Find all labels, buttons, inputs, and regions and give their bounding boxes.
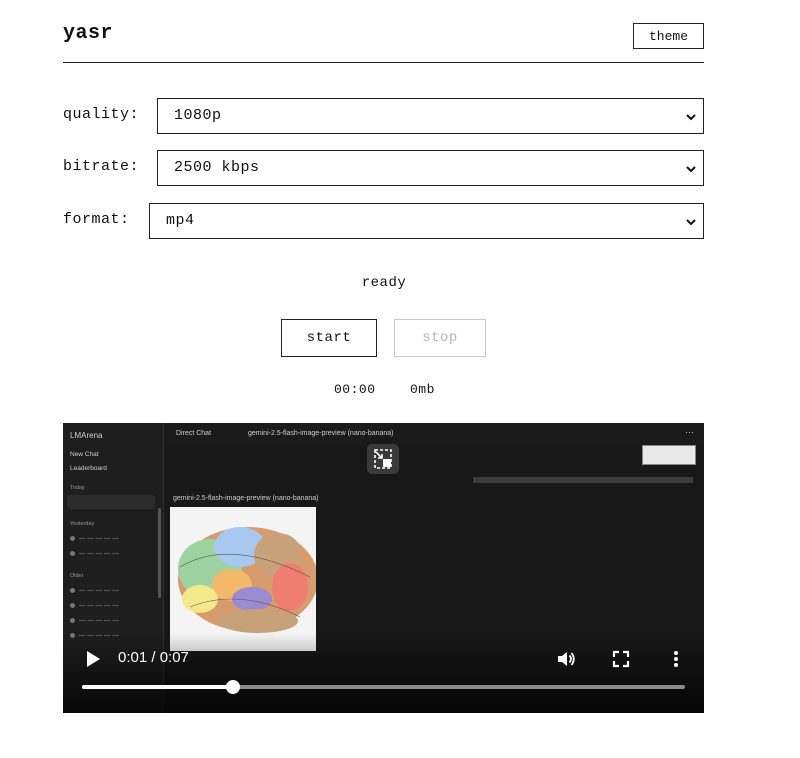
bitrate-label: bitrate: <box>63 158 140 175</box>
video-progress-handle[interactable] <box>225 680 240 694</box>
theme-button[interactable]: theme <box>633 23 704 49</box>
video-frame-mode: Direct Chat <box>176 430 212 437</box>
video-frame-section: Today <box>70 485 85 491</box>
timer: 00:00 <box>334 382 376 397</box>
video-frame-sidebar-item: New Chat <box>70 451 99 458</box>
bitrate-value: 2500 kbps <box>174 159 260 176</box>
chevron-down-icon <box>686 219 696 226</box>
video-frame-brand: LMArena <box>70 431 103 440</box>
video-frame-model-label: gemini-2.5-flash-image-preview (nano-ban… <box>173 495 319 502</box>
format-row: format: mp4 <box>63 203 704 239</box>
video-time-display: 0:01 / 0:07 <box>118 649 189 666</box>
status-text: ready <box>361 275 407 291</box>
quality-select[interactable]: 1080p <box>157 98 704 134</box>
video-controls-overlay <box>63 633 704 713</box>
video-frame-scrollbar <box>158 508 161 598</box>
chevron-down-icon <box>686 166 696 173</box>
chevron-down-icon <box>686 114 696 121</box>
format-select[interactable]: mp4 <box>149 203 704 239</box>
volume-icon[interactable] <box>556 649 576 669</box>
video-frame-thumbnail <box>642 445 696 465</box>
stop-button[interactable]: stop <box>394 319 486 357</box>
video-frame-selected-item <box>67 495 155 509</box>
quality-label: quality: <box>63 106 140 123</box>
video-frame-more-icon: ··· <box>685 427 694 437</box>
video-frame-history-item: — — — — — <box>70 587 119 594</box>
video-frame-prompt-text <box>473 477 693 483</box>
play-icon[interactable] <box>86 651 100 667</box>
video-frame-sidebar-item: Leaderboard <box>70 465 107 472</box>
video-progress-fill <box>82 685 233 689</box>
video-frame-history-item: — — — — — <box>70 602 119 609</box>
bitrate-select[interactable]: 2500 kbps <box>157 150 704 186</box>
quality-row: quality: 1080p <box>63 98 704 134</box>
format-label: format: <box>63 211 130 228</box>
bitrate-row: bitrate: 2500 kbps <box>63 150 704 186</box>
video-progress-bar[interactable] <box>82 680 685 694</box>
video-frame-history-item: — — — — — <box>70 550 119 557</box>
picture-in-picture-icon[interactable] <box>367 444 399 474</box>
video-frame-topbar: Direct Chat gemini-2.5-flash-image-previ… <box>164 423 704 445</box>
more-vert-icon[interactable] <box>666 649 686 669</box>
start-button[interactable]: start <box>281 319 377 357</box>
video-frame-history-item: — — — — — <box>70 535 119 542</box>
quality-value: 1080p <box>174 107 222 124</box>
file-size: 0mb <box>410 382 435 397</box>
video-frame-history-item: — — — — — <box>70 617 119 624</box>
video-player[interactable]: LMArena New Chat Leaderboard Today Yeste… <box>63 423 704 713</box>
format-value: mp4 <box>166 212 195 229</box>
video-frame-section: Yesterday <box>70 521 95 527</box>
header: yasr theme <box>63 18 704 63</box>
app-title: yasr <box>63 22 114 45</box>
video-frame-image <box>170 507 316 651</box>
video-frame-section: Older <box>70 573 84 579</box>
fullscreen-icon[interactable] <box>611 649 631 669</box>
video-frame-model: gemini-2.5-flash-image-preview (nano-ban… <box>248 430 394 437</box>
